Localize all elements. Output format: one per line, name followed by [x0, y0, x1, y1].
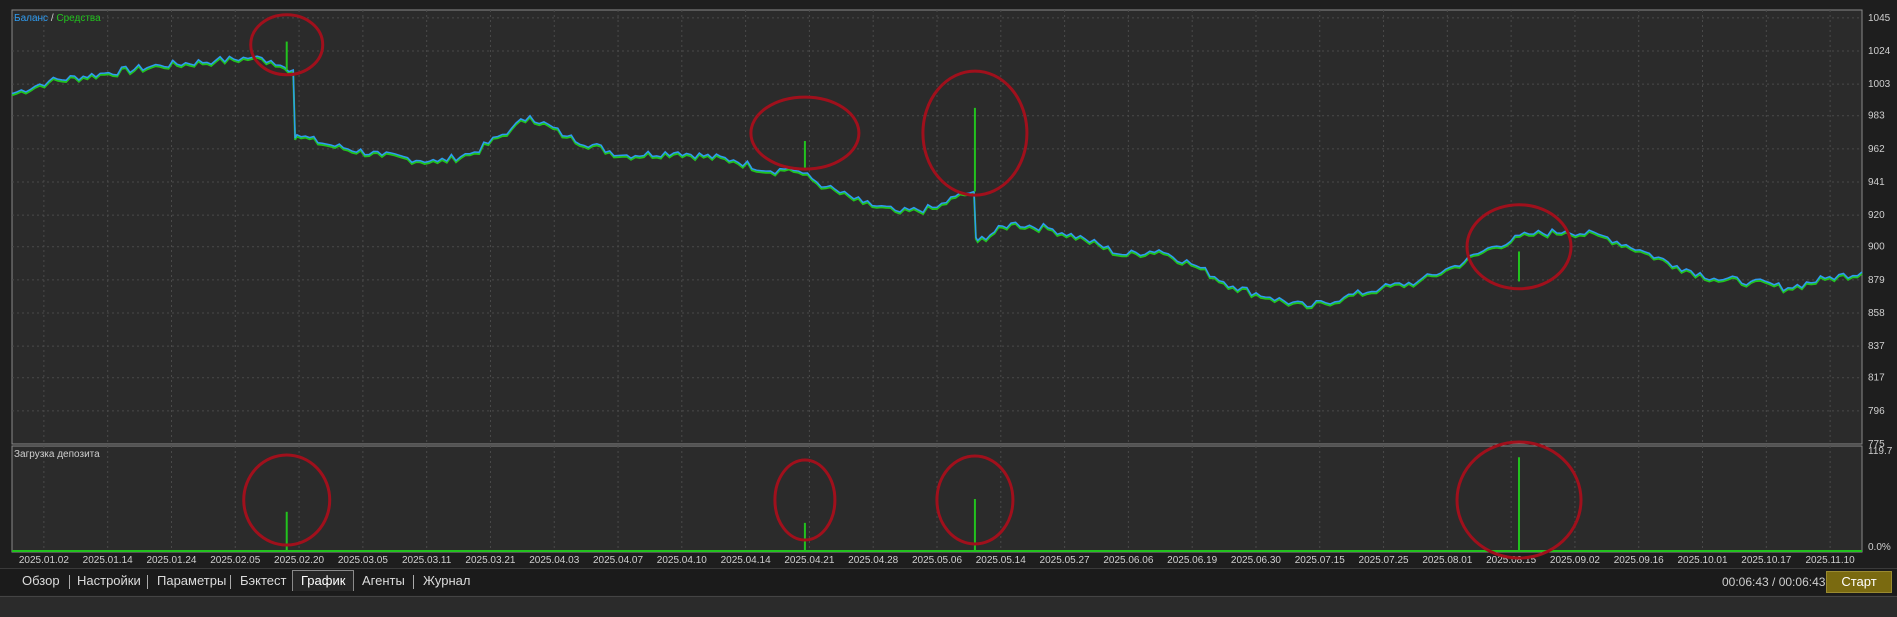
elapsed-timer: 00:06:43 / 00:06:43 [1722, 575, 1826, 589]
strategy-tester-window: 1045 1024 1003 983 962 941 920 900 879 858 837 817 7… [0, 0, 1897, 617]
x-tick-label: 2025.03.05 [338, 555, 388, 566]
tab-parameters[interactable]: Параметры [149, 571, 234, 591]
x-tick-label: 2025.01.02 [19, 555, 69, 566]
x-tick-label: 2025.04.10 [657, 555, 707, 566]
x-tick-label: 2025.09.16 [1614, 555, 1664, 566]
tab-backtest[interactable]: Бэктест [232, 571, 295, 591]
x-tick-label: 2025.06.06 [1103, 555, 1153, 566]
x-tick-label: 2025.08.01 [1422, 555, 1472, 566]
y-tick-label: 837 [1868, 341, 1885, 352]
y-tick-label: 879 [1868, 275, 1885, 286]
x-tick-label: 2025.06.19 [1167, 555, 1217, 566]
legend-balance: Баланс [14, 13, 49, 24]
y-tick-label: 1024 [1868, 46, 1891, 57]
tab-agents[interactable]: Агенты [354, 571, 413, 591]
x-tick-label: 2025.10.17 [1741, 555, 1791, 566]
y-tick-label: 1045 [1868, 13, 1891, 24]
tab-separator [230, 575, 231, 589]
x-tick-label: 2025.09.02 [1550, 555, 1600, 566]
tab-overview[interactable]: Обзор [14, 571, 68, 591]
legend-equity: Средства [56, 13, 101, 24]
x-tick-label: 2025.07.15 [1295, 555, 1345, 566]
tab-graph[interactable]: График [292, 570, 355, 591]
tab-journal[interactable]: Журнал [415, 571, 478, 591]
y-tick-label: 1003 [1868, 79, 1891, 90]
x-tick-label: 2025.07.25 [1359, 555, 1409, 566]
tab-settings[interactable]: Настройки [69, 571, 149, 591]
balance-equity-legend: Баланс / Средства [14, 13, 101, 24]
x-tick-label: 2025.04.14 [721, 555, 771, 566]
y-tick-label: 858 [1868, 308, 1885, 319]
x-tick-label: 2025.02.05 [210, 555, 260, 566]
x-tick-label: 2025.04.21 [784, 555, 834, 566]
x-tick-label: 2025.05.27 [1040, 555, 1090, 566]
y-tick-label: 900 [1868, 242, 1885, 253]
chart-area: 1045 1024 1003 983 962 941 920 900 879 858 837 817 7… [11, 9, 1893, 566]
x-tick-label: 2025.03.21 [465, 555, 515, 566]
y-tick-label: 796 [1868, 406, 1885, 417]
y-tick-label: 962 [1868, 144, 1885, 155]
tab-separator [413, 575, 414, 589]
x-tick-label: 2025.04.28 [848, 555, 898, 566]
tester-tabs: Обзор Настройки Параметры Бэктест График… [0, 568, 1897, 595]
x-tick-label: 2025.01.14 [83, 555, 133, 566]
x-tick-label: 2025.05.06 [912, 555, 962, 566]
load-min-label: 0.0% [1868, 542, 1891, 553]
x-tick-label: 2025.04.07 [593, 555, 643, 566]
y-tick-label: 817 [1868, 373, 1885, 384]
x-tick-label: 2025.01.24 [146, 555, 196, 566]
y-tick-label: 920 [1868, 210, 1885, 221]
load-max-label: 119.7 [1868, 446, 1893, 457]
x-tick-label: 2025.10.01 [1677, 555, 1727, 566]
x-tick-label: 2025.06.30 [1231, 555, 1281, 566]
tab-separator [147, 575, 148, 589]
x-tick-label: 2025.02.20 [274, 555, 324, 566]
deposit-load-title: Загрузка депозита [14, 449, 100, 460]
results-header-strip [0, 596, 1897, 617]
x-tick-label: 2025.11.10 [1805, 555, 1855, 566]
x-tick-label: 2025.03.11 [402, 555, 452, 566]
y-tick-label: 941 [1868, 177, 1885, 188]
y-tick-label: 983 [1868, 111, 1885, 122]
x-tick-label: 2025.05.14 [976, 555, 1026, 566]
start-button[interactable]: Старт [1826, 571, 1892, 593]
x-tick-label: 2025.04.03 [529, 555, 579, 566]
